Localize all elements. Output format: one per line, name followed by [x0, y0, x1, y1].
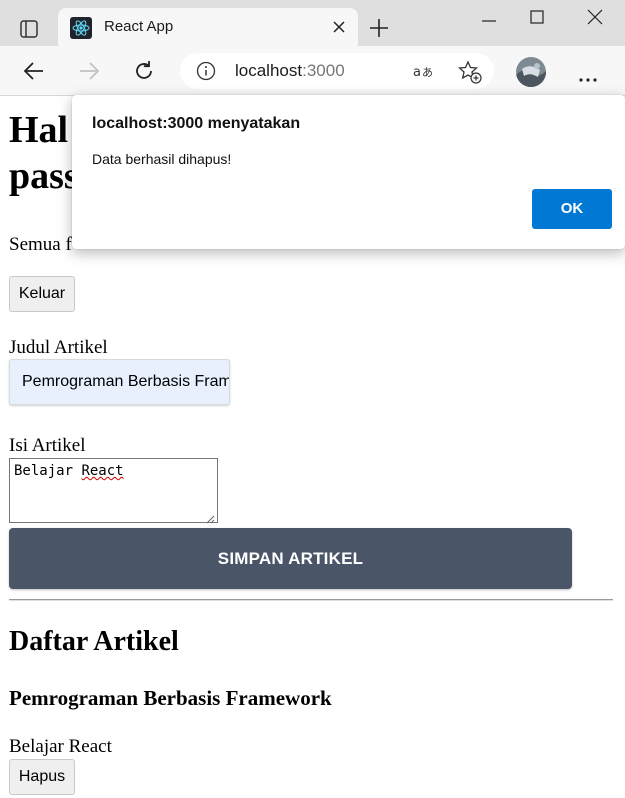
svg-text:あ: あ: [422, 66, 433, 79]
page-title-line2: pass: [9, 155, 79, 197]
profile-avatar[interactable]: [516, 57, 546, 87]
react-logo-icon: [70, 17, 92, 39]
refresh-icon[interactable]: [132, 59, 156, 83]
address-bar[interactable]: localhost:3000 a あ: [180, 53, 494, 89]
url-port: :3000: [302, 61, 345, 80]
add-favorite-icon[interactable]: [457, 60, 482, 84]
maximize-icon[interactable]: [529, 9, 545, 25]
article-content-textarea[interactable]: Belajar React: [9, 458, 218, 524]
back-arrow-icon[interactable]: [22, 59, 46, 83]
page-title-line1: Hal: [9, 109, 69, 151]
close-icon[interactable]: [330, 18, 348, 36]
article-list-heading: Daftar Artikel: [9, 626, 179, 657]
tab-actions-icon[interactable]: [14, 14, 44, 44]
close-window-icon[interactable]: [586, 8, 604, 26]
content-word-2-misspelled: React: [81, 463, 124, 479]
browser-toolbar: localhost:3000 a あ: [0, 46, 625, 96]
tab-title: React App: [104, 18, 174, 35]
url-host: localhost: [235, 61, 303, 80]
save-article-button[interactable]: SIMPAN ARTIKEL: [9, 528, 572, 589]
alert-dialog: localhost:3000 menyatakan Data berhasil …: [72, 95, 625, 249]
plus-icon[interactable]: [368, 17, 390, 39]
svg-text:a: a: [413, 65, 421, 80]
forward-arrow-icon[interactable]: [77, 59, 101, 83]
delete-article-button[interactable]: Hapus: [9, 759, 75, 795]
resize-handle-icon[interactable]: [206, 511, 215, 524]
dialog-message: Data berhasil dihapus!: [92, 151, 232, 167]
dialog-title: localhost:3000 menyatakan: [92, 115, 301, 132]
intro-text-visible: Semua f: [9, 234, 72, 255]
url-text: localhost:3000: [235, 61, 345, 81]
read-aloud-icon[interactable]: a あ: [412, 61, 436, 81]
browser-tab-active[interactable]: React App: [58, 8, 358, 46]
article-item-title: Pemrograman Berbasis Framework: [9, 686, 332, 710]
article-title-input[interactable]: Pemrograman Berbasis Framework: [9, 359, 230, 405]
minimize-icon[interactable]: [480, 12, 498, 24]
article-title-label: Judul Artikel: [9, 337, 108, 358]
browser-title-bar: React App: [0, 0, 625, 46]
info-icon[interactable]: [196, 61, 216, 81]
content-word-1: Belajar: [14, 463, 74, 479]
article-item-body: Belajar React: [9, 736, 112, 757]
intro-text: Semua f: [9, 233, 72, 257]
article-content-label: Isi Artikel: [9, 435, 86, 456]
divider: [9, 599, 613, 601]
logout-button[interactable]: Keluar: [9, 276, 75, 312]
dialog-ok-button[interactable]: OK: [532, 189, 612, 229]
more-icon[interactable]: [578, 68, 598, 82]
